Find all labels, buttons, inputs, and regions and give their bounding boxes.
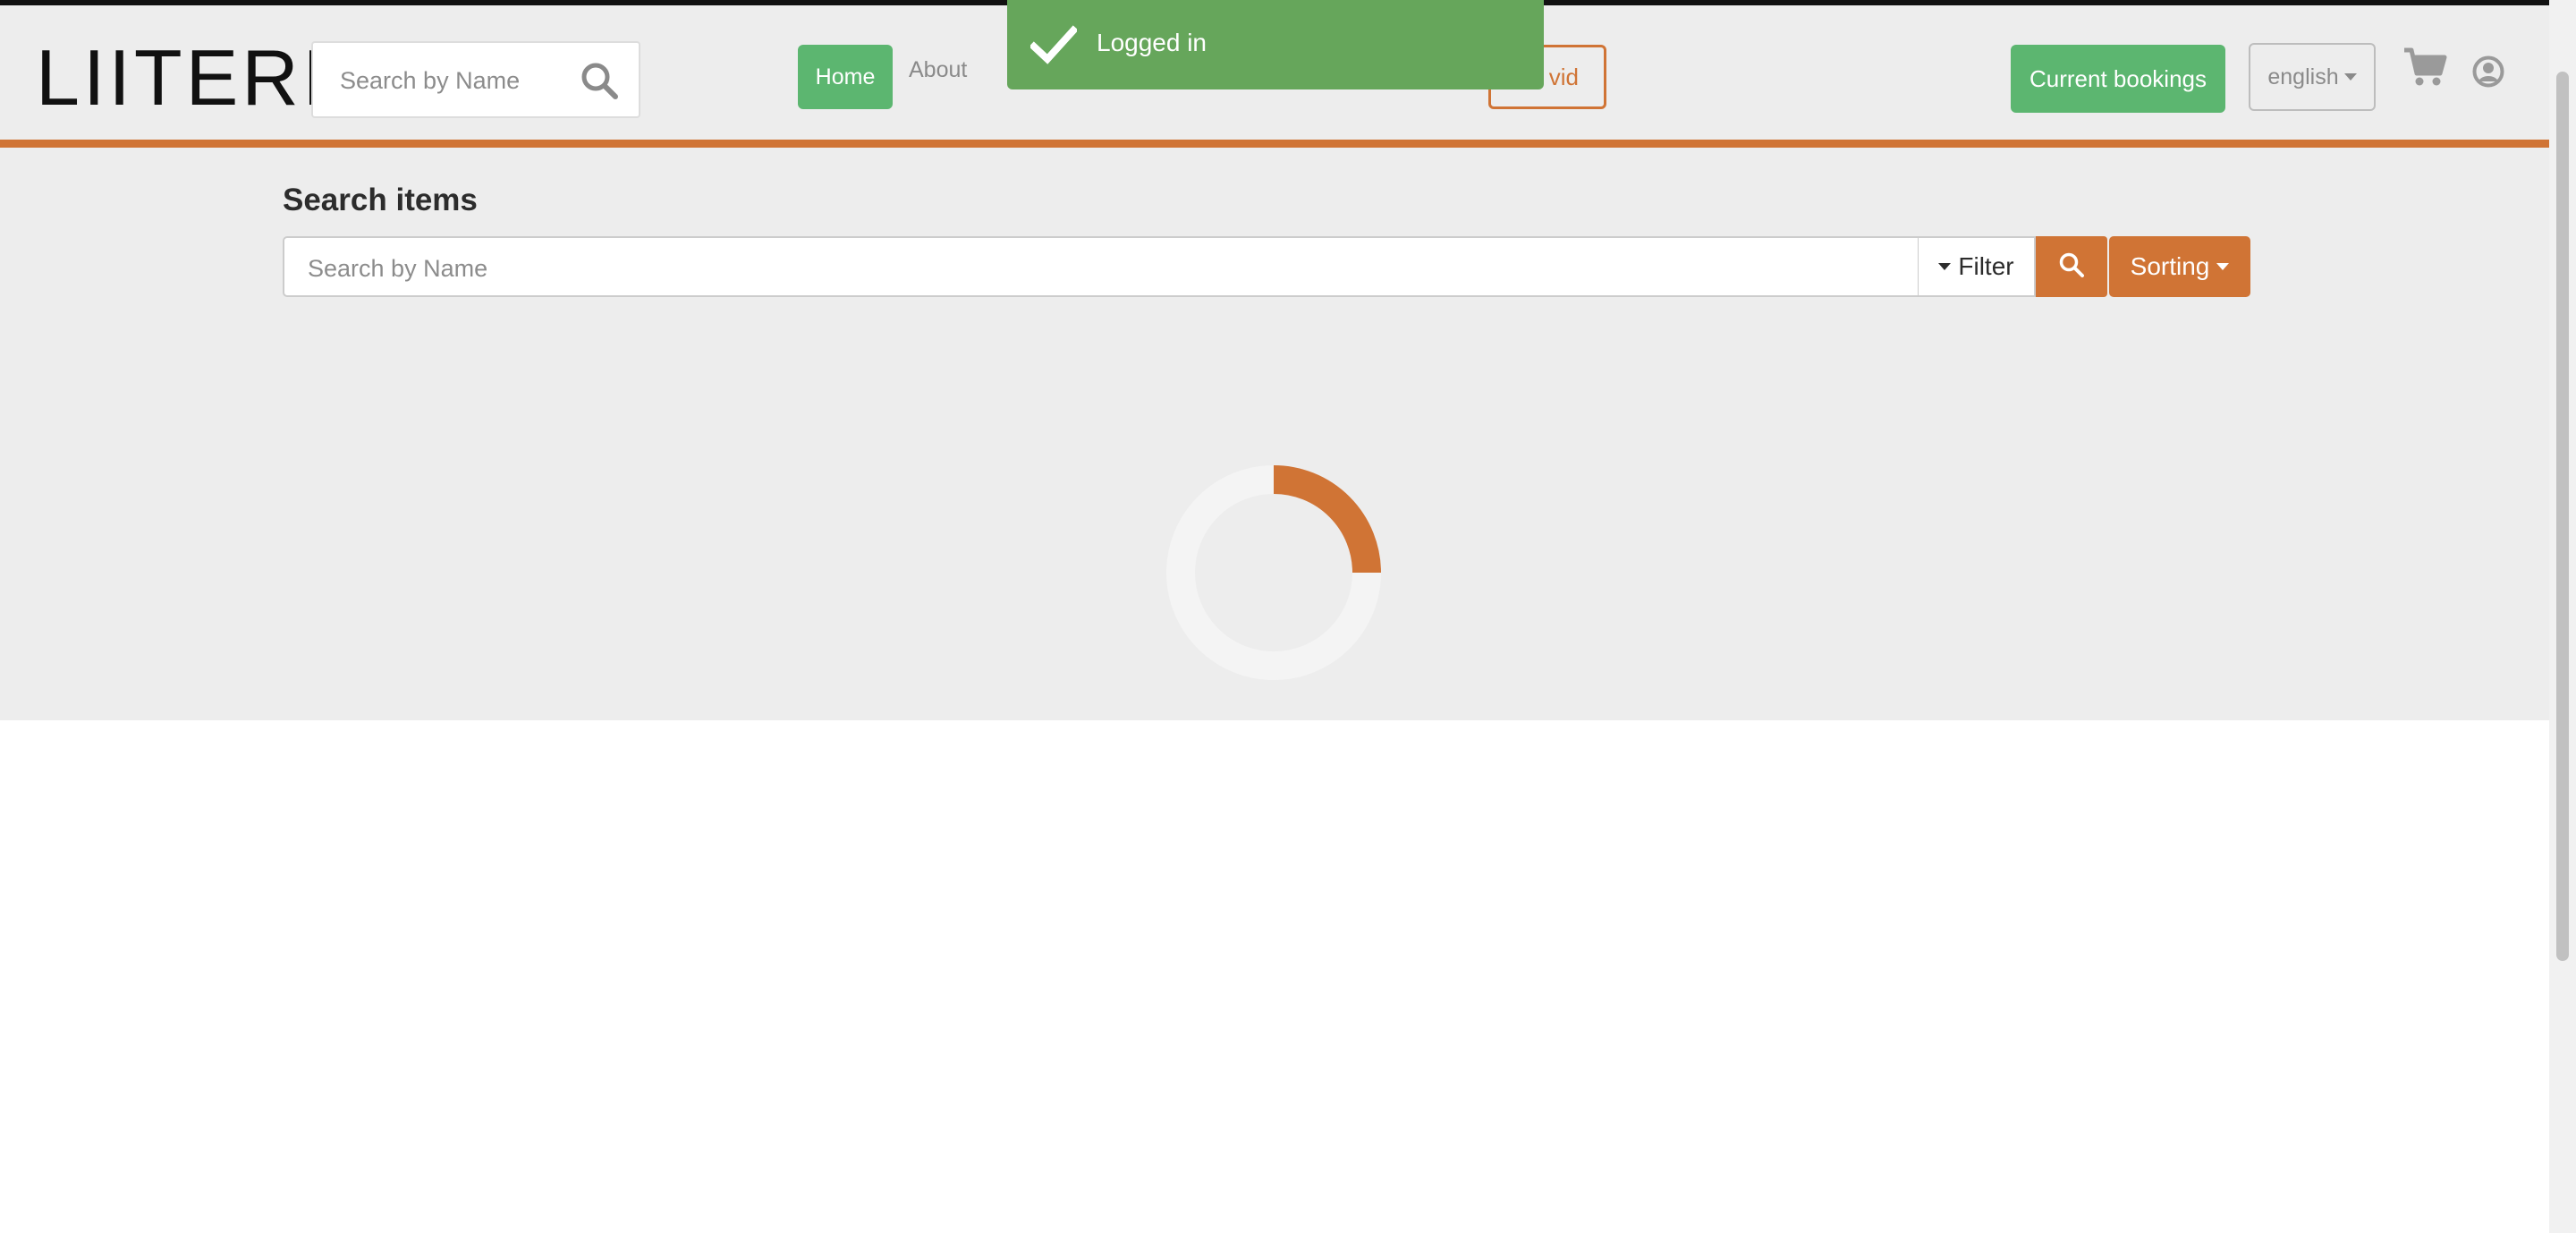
header-search-input[interactable] [338, 59, 565, 102]
sorting-label: Sorting [2130, 252, 2210, 280]
cart-icon[interactable] [2402, 47, 2447, 92]
caret-down-icon [1938, 263, 1952, 270]
user-circle-icon[interactable] [2472, 55, 2504, 92]
logo[interactable]: LIITERI [36, 38, 327, 117]
toast-notification: Logged in [1007, 0, 1544, 89]
language-label: english [2267, 64, 2339, 89]
sorting-button[interactable]: Sorting [2109, 236, 2250, 297]
header-divider [0, 140, 2549, 148]
scrollbar-thumb[interactable] [2556, 72, 2569, 961]
chevron-down-icon [2343, 73, 2357, 81]
header-search [311, 41, 640, 118]
check-icon [1029, 25, 1079, 69]
search-icon [2058, 251, 2085, 283]
items-search [283, 236, 1919, 297]
search-button[interactable] [2036, 236, 2107, 297]
spinner-progress-arc [1273, 465, 1381, 574]
nav-about-link[interactable]: About [909, 57, 967, 83]
toast-message: Logged in [1097, 29, 1208, 56]
current-bookings-button[interactable]: Current bookings [2011, 45, 2225, 113]
nav-home-button[interactable]: Home [798, 45, 893, 109]
filter-label: Filter [1958, 252, 2014, 280]
search-icon[interactable] [580, 61, 619, 105]
loading-spinner [1166, 465, 1381, 680]
items-search-input[interactable] [306, 249, 1902, 288]
filter-button[interactable]: Filter [1918, 236, 2036, 297]
page-title: Search items [283, 183, 478, 217]
language-select[interactable]: english [2249, 43, 2376, 111]
chevron-down-icon [2216, 263, 2230, 270]
